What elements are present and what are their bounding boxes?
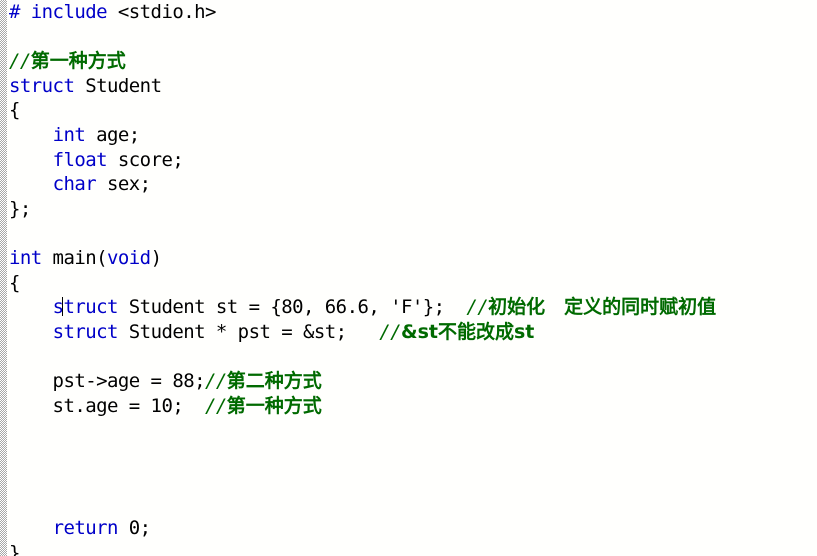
code-token-comment: &st不能改成st	[401, 320, 535, 343]
code-token-comment-slash: //	[205, 369, 227, 392]
code-token-plain: st.age = 10;	[9, 394, 206, 417]
code-line[interactable]: };	[7, 197, 817, 222]
code-line[interactable]: float score;	[7, 148, 817, 173]
code-line[interactable]: char sex;	[7, 172, 817, 197]
code-line[interactable]: //第一种方式	[7, 49, 817, 74]
code-token-keyword: return	[52, 517, 119, 540]
code-line[interactable]: # include <stdio.h>	[7, 0, 817, 25]
code-token-keyword: struct	[52, 320, 119, 343]
code-token-plain: age;	[85, 123, 140, 146]
code-text-area[interactable]: # include <stdio.h> //第一种方式 struct Studen…	[7, 0, 817, 556]
code-line[interactable]: int age;	[7, 123, 817, 148]
code-token-plain: }	[9, 542, 20, 556]
code-line[interactable]: {	[7, 271, 817, 296]
code-token-plain: sex;	[96, 173, 151, 196]
code-token-comment-slash: //	[9, 50, 31, 73]
code-token-plain: {	[9, 271, 20, 294]
code-token-keyword: int	[9, 246, 42, 269]
code-token-comment: 第二种方式	[226, 369, 322, 392]
code-line[interactable]: struct Student	[7, 74, 817, 99]
code-token-keyword: int	[52, 123, 86, 146]
code-token-plain: Student	[74, 74, 162, 97]
code-line[interactable]: int main(void)	[7, 246, 817, 271]
code-token-comment: 第一种方式	[30, 50, 126, 73]
code-line[interactable]	[7, 344, 817, 369]
code-token-plain: )	[150, 246, 162, 269]
code-line[interactable]	[7, 25, 817, 50]
code-line[interactable]: st.age = 10; //第一种方式	[7, 394, 817, 419]
code-line[interactable]	[7, 467, 817, 492]
code-line[interactable]: pst->age = 88;//第二种方式	[7, 369, 817, 394]
code-line[interactable]: struct Student st = {80, 66.6, 'F'}; //初…	[7, 295, 817, 320]
code-token-plain: <stdio.h>	[117, 1, 217, 23]
code-token-comment-slash: //	[466, 296, 489, 319]
code-token-plain: Student st = {80, 66.6, 'F'};	[117, 296, 467, 319]
code-token-plain: pst->age = 88;	[9, 369, 206, 392]
code-token-comment: 初始化 定义的同时赋初值	[488, 296, 717, 319]
code-token-comment-slash: //	[205, 394, 227, 417]
code-line[interactable]	[7, 221, 817, 246]
code-token-plain: };	[9, 197, 31, 220]
code-token-keyword: struct	[9, 74, 75, 97]
code-token-plain: 0;	[117, 517, 151, 540]
code-token-comment: 第一种方式	[226, 394, 322, 417]
code-token-keyword: float	[52, 148, 108, 171]
code-token-keyword: char	[52, 173, 97, 196]
code-token-keyword: truct	[63, 296, 118, 319]
code-token-plain: Student * pst = &st;	[117, 320, 380, 343]
code-token-keyword: # include	[9, 1, 118, 23]
code-token-plain: {	[9, 99, 20, 122]
code-token-comment-slash: //	[379, 320, 402, 343]
code-line[interactable]	[7, 418, 817, 443]
code-line[interactable]	[7, 443, 817, 468]
code-token-plain: main(	[41, 246, 108, 269]
code-line[interactable]: struct Student * pst = &st; //&st不能改成st	[7, 320, 817, 345]
code-line[interactable]	[7, 492, 817, 517]
code-token-plain: score;	[107, 148, 184, 171]
code-line[interactable]: return 0;	[7, 516, 817, 541]
code-editor[interactable]: # include <stdio.h> //第一种方式 struct Studen…	[0, 0, 817, 556]
code-token-keyword: void	[107, 246, 151, 269]
editor-gutter-strip	[0, 0, 7, 556]
code-line[interactable]: {	[7, 98, 817, 123]
code-line[interactable]: }	[7, 541, 817, 556]
